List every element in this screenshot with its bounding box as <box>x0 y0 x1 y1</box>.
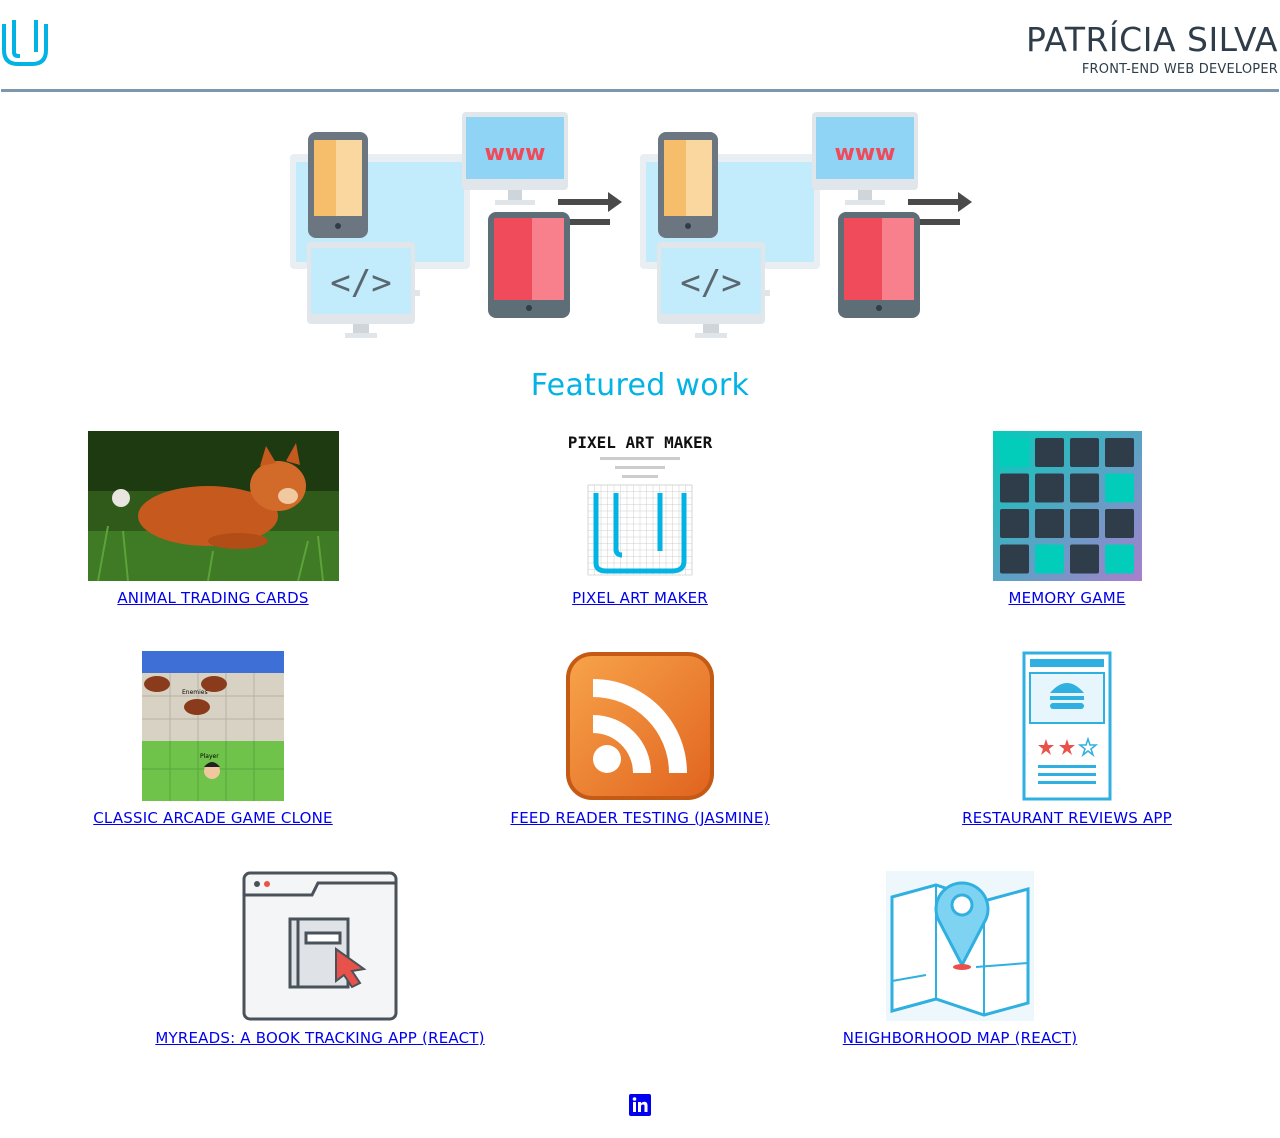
rss-icon[interactable] <box>565 651 715 801</box>
svg-text:Enemies: Enemies <box>182 689 208 696</box>
project-card: ANIMAL TRADING CARDS <box>0 431 426 607</box>
project-link[interactable]: PIXEL ART MAKER <box>572 589 708 607</box>
project-link[interactable]: RESTAURANT REVIEWS APP <box>962 809 1172 827</box>
project-link[interactable]: MEMORY GAME <box>1008 589 1125 607</box>
svg-text:PIXEL ART MAKER: PIXEL ART MAKER <box>568 433 713 452</box>
arcade-game-screenshot[interactable]: Enemies Player <box>142 651 284 801</box>
pixel-art-maker-screenshot[interactable]: PIXEL ART MAKER <box>560 431 720 581</box>
cat-photo[interactable] <box>87 431 339 581</box>
svg-text:Player: Player <box>200 753 219 760</box>
memory-game-screenshot[interactable] <box>992 431 1142 581</box>
project-link[interactable]: NEIGHBORHOOD MAP (REACT) <box>843 1029 1078 1047</box>
brand: PATRÍCIA SILVA FRONT-END WEB DEVELOPER <box>1026 20 1278 77</box>
project-link[interactable]: MYREADS: A BOOK TRACKING APP (REACT) <box>155 1029 484 1047</box>
book-browser-icon[interactable] <box>242 871 398 1021</box>
section-title: Featured work <box>530 368 750 403</box>
project-link[interactable]: CLASSIC ARCADE GAME CLONE <box>93 809 333 827</box>
restaurant-menu-icon[interactable] <box>1022 651 1112 801</box>
project-card: NEIGHBORHOOD MAP (REACT) <box>747 871 1173 1047</box>
brand-name: PATRÍCIA SILVA <box>1026 20 1278 59</box>
project-card: Enemies Player CLASSIC ARCADE GAME CLONE <box>0 651 426 827</box>
project-card: MYREADS: A BOOK TRACKING APP (REACT) <box>107 871 533 1047</box>
udacity-logo-icon[interactable] <box>0 16 52 68</box>
page-header: PATRÍCIA SILVA FRONT-END WEB DEVELOPER <box>0 0 1280 92</box>
header-divider <box>1 89 1279 92</box>
project-link[interactable]: FEED READER TESTING (JASMINE) <box>510 809 769 827</box>
map-pin-icon[interactable] <box>886 871 1034 1021</box>
responsive-devices-illustration: www </> <box>290 112 990 340</box>
linkedin-icon[interactable] <box>629 1094 651 1116</box>
project-card: PIXEL ART MAKER PIXEL ART MAKER <box>427 431 853 607</box>
project-card: FEED READER TESTING (JASMINE) <box>427 651 853 827</box>
project-link[interactable]: ANIMAL TRADING CARDS <box>117 589 308 607</box>
brand-role: FRONT-END WEB DEVELOPER <box>1081 62 1278 77</box>
project-card: RESTAURANT REVIEWS APP <box>854 651 1280 827</box>
project-card: MEMORY GAME <box>854 431 1280 607</box>
